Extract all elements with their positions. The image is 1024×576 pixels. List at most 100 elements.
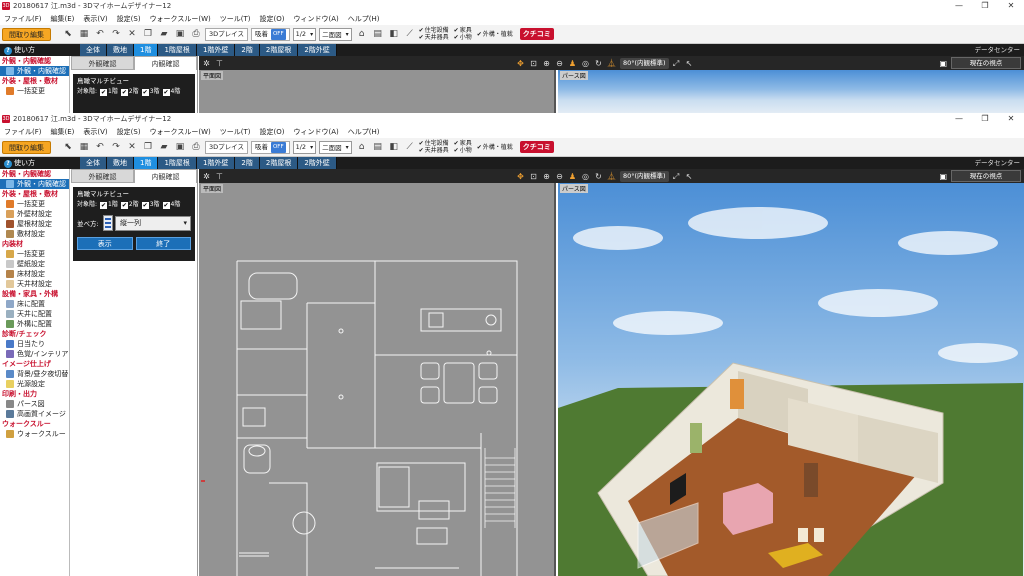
check-ceiling[interactable]: 天井器具 xyxy=(419,147,449,154)
redo-icon[interactable]: ↷ xyxy=(109,140,123,154)
end-button[interactable]: 終了 xyxy=(135,237,191,250)
rotate-icon[interactable]: ↻ xyxy=(593,58,604,69)
check-small-items[interactable]: 小物 xyxy=(454,147,472,154)
tab-floor1[interactable]: 1階 xyxy=(134,44,159,56)
view-mode-select[interactable]: 二面図 ▾ xyxy=(319,27,352,41)
zoom-out-icon[interactable]: ⊖ xyxy=(554,171,565,182)
plan-view[interactable]: 平面図 xyxy=(199,70,556,113)
tab-floor1-roof[interactable]: 1階屋根 xyxy=(158,157,197,169)
save-icon[interactable]: ▣ xyxy=(173,140,187,154)
arrange-select[interactable]: 縦一列 xyxy=(115,215,191,231)
nav-item-perspective[interactable]: パース図 xyxy=(0,399,69,409)
print-icon[interactable]: ⎙ xyxy=(189,27,203,41)
orbit-icon[interactable]: ◎ xyxy=(580,171,591,182)
camera-mode-select[interactable]: 80°(内観標準) xyxy=(620,57,669,69)
open-folder-icon[interactable]: ▰ xyxy=(157,27,171,41)
check-icon[interactable]: ✔ xyxy=(162,88,170,96)
fit-icon[interactable]: ⤢ xyxy=(671,58,682,69)
copy-icon[interactable]: ❐ xyxy=(141,27,155,41)
material-icon[interactable]: ◧ xyxy=(387,27,401,41)
check-exterior[interactable]: 外構・植栽 xyxy=(477,31,513,38)
current-view-select[interactable]: 現在の視点 xyxy=(951,57,1021,69)
person-icon[interactable]: ♟ xyxy=(567,171,578,182)
menu-window[interactable]: ウィンドウ(A) xyxy=(293,127,338,137)
tab-floor2-roof[interactable]: 2階屋根 xyxy=(259,157,299,169)
check-icon[interactable]: ✔ xyxy=(141,201,149,209)
pointer-icon[interactable]: ↖ xyxy=(684,58,695,69)
measure-icon[interactable]: ⟋ xyxy=(403,140,417,154)
datacenter-link[interactable]: データセンター xyxy=(975,157,1021,169)
tab-floor1-roof[interactable]: 1階屋根 xyxy=(158,44,197,56)
nav-item-bulk-change[interactable]: 一括変更 xyxy=(0,86,69,96)
view-mode-select[interactable]: 二面図 ▾ xyxy=(319,140,352,154)
tab-floor1-exterior[interactable]: 1階外壁 xyxy=(196,157,236,169)
tab-floor2-exterior[interactable]: 2階外壁 xyxy=(298,44,337,56)
pointer-icon[interactable]: ↖ xyxy=(684,171,695,182)
copy-icon[interactable]: ❐ xyxy=(141,140,155,154)
camera-angle-icon[interactable]: ⏅ xyxy=(606,58,617,69)
menu-edit[interactable]: 編集(E) xyxy=(51,127,75,137)
check-exterior[interactable]: 外構・植栽 xyxy=(477,144,513,151)
menu-help[interactable]: ヘルプ(H) xyxy=(348,127,380,137)
measure-icon[interactable]: ⟋ xyxy=(403,27,417,41)
current-view-select[interactable]: 現在の視点 xyxy=(951,170,1021,182)
tab-floor2[interactable]: 2階 xyxy=(235,157,260,169)
tab-floor2[interactable]: 2階 xyxy=(235,44,260,56)
nav-item-floor[interactable]: 床材設定 xyxy=(0,269,69,279)
camera-angle-icon[interactable]: ⏅ xyxy=(606,171,617,182)
menu-options[interactable]: 設定(O) xyxy=(260,127,285,137)
check-ceiling[interactable]: 天井器具 xyxy=(419,34,449,41)
check-icon[interactable]: ✔ xyxy=(162,201,170,209)
menu-edit[interactable]: 編集(E) xyxy=(51,14,75,24)
nav-item-walkthrough[interactable]: ウォークスルー xyxy=(0,429,69,439)
menu-tools[interactable]: ツール(T) xyxy=(220,14,251,24)
tab-floor2-exterior[interactable]: 2階外壁 xyxy=(298,157,337,169)
menu-tools[interactable]: ツール(T) xyxy=(220,127,251,137)
restore-button[interactable]: ❐ xyxy=(972,0,998,12)
delete-icon[interactable]: ✕ xyxy=(125,27,139,41)
zoom-in-icon[interactable]: ⊕ xyxy=(541,171,552,182)
check-icon[interactable]: ✔ xyxy=(141,88,149,96)
menu-settings[interactable]: 設定(S) xyxy=(117,127,141,137)
menu-view[interactable]: 表示(V) xyxy=(83,127,107,137)
nav-item-wallpaper[interactable]: 壁紙設定 xyxy=(0,259,69,269)
nav-item-exterior-interior[interactable]: 外観・内観確認 xyxy=(0,66,69,76)
fit-icon[interactable]: ⤢ xyxy=(671,171,682,182)
menu-window[interactable]: ウィンドウ(A) xyxy=(293,14,338,24)
texture-icon[interactable]: ▤ xyxy=(371,140,385,154)
nav-item-roof[interactable]: 屋根材設定 xyxy=(0,219,69,229)
tab-floor1[interactable]: 1階 xyxy=(134,157,159,169)
check-furniture[interactable]: 家具 xyxy=(454,27,472,34)
close-button[interactable]: ✕ xyxy=(998,0,1024,12)
person-icon[interactable]: ♟ xyxy=(567,58,578,69)
menu-view[interactable]: 表示(V) xyxy=(83,14,107,24)
scale-select[interactable]: 1/2 ▾ xyxy=(292,140,317,154)
grid-snap-button[interactable]: 吸着 OFF xyxy=(250,140,290,154)
minimize-button[interactable]: — xyxy=(946,0,972,12)
nav-item-paving[interactable]: 敷材設定 xyxy=(0,229,69,239)
texture-icon[interactable]: ▤ xyxy=(371,27,385,41)
menu-file[interactable]: ファイル(F) xyxy=(4,127,42,137)
select-icon[interactable]: ⬉ xyxy=(61,27,75,41)
check-icon[interactable]: ✔ xyxy=(120,88,128,96)
display-checks-3[interactable]: 外構・植栽 xyxy=(477,144,513,151)
select-icon[interactable]: ⬉ xyxy=(61,140,75,154)
grid-snap-button[interactable]: 吸着 OFF xyxy=(250,27,290,41)
delete-icon[interactable]: ✕ xyxy=(125,140,139,154)
undo-icon[interactable]: ↶ xyxy=(93,27,107,41)
north-icon[interactable]: ⊤ xyxy=(214,171,225,182)
compass-icon[interactable]: ✲ xyxy=(201,171,212,182)
house-icon[interactable]: ⌂ xyxy=(355,27,369,41)
nav-item-hq-image[interactable]: 高画質イメージ xyxy=(0,409,69,419)
camera-mode-select[interactable]: 80°(内観標準) xyxy=(620,170,669,182)
tab-site[interactable]: 敷地 xyxy=(107,157,134,169)
zoom-in-icon[interactable]: ⊕ xyxy=(541,58,552,69)
zoom-box-icon[interactable]: ⊡ xyxy=(528,58,539,69)
nav-item-bulk-change[interactable]: 一括変更 xyxy=(0,199,69,209)
scale-select[interactable]: 1/2 ▾ xyxy=(292,27,317,41)
nav-item-background[interactable]: 背景/昼夕夜切替 xyxy=(0,369,69,379)
check-furniture[interactable]: 家具 xyxy=(454,140,472,147)
house-icon[interactable]: ⌂ xyxy=(355,140,369,154)
kuchikomi-logo[interactable]: クチコミ xyxy=(519,141,554,153)
nav-item-place-ceiling[interactable]: 天井に配置 xyxy=(0,309,69,319)
